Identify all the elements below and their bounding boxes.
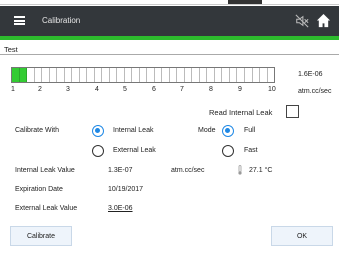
section-divider	[0, 54, 339, 55]
progress-tick-labels: 1 2 3 4 5 6 7 8 9 10	[0, 86, 339, 96]
internal-leak-temperature: 27.1 °C	[249, 167, 273, 174]
progress-segment	[155, 68, 163, 82]
progress-tick-label: 10	[268, 86, 276, 93]
progress-segment	[207, 68, 215, 82]
progress-segment	[268, 68, 275, 82]
calibrate-button[interactable]: Calibrate	[10, 226, 72, 246]
progress-tick-label: 1	[11, 86, 15, 93]
progress-segment	[140, 68, 148, 82]
internal-leak-unit: atm.cc/sec	[171, 167, 205, 174]
internal-leak-value: 1.3E-07	[108, 167, 133, 174]
hamburger-icon[interactable]	[14, 16, 25, 25]
radio-external-leak-label[interactable]: External Leak	[113, 147, 156, 154]
progress-segment	[200, 68, 208, 82]
home-icon[interactable]	[316, 13, 331, 28]
radio-mode-full-label[interactable]: Full	[244, 127, 255, 134]
progress-segment	[12, 68, 20, 82]
read-internal-leak-label: Read Internal Leak	[209, 108, 273, 117]
progress-segment	[185, 68, 193, 82]
radio-mode-fast[interactable]	[222, 145, 234, 157]
calibration-progress-bar	[11, 67, 275, 83]
progress-segment	[215, 68, 223, 82]
internal-leak-value-label: Internal Leak Value	[15, 167, 75, 174]
progress-segment	[245, 68, 253, 82]
progress-segment	[170, 68, 178, 82]
top-strip-divider	[0, 4, 339, 5]
external-leak-value-label: External Leak Value	[15, 205, 78, 212]
progress-segment	[42, 68, 50, 82]
radio-internal-leak[interactable]	[92, 125, 104, 137]
progress-segment	[95, 68, 103, 82]
measured-leak-unit: atm.cc/sec	[298, 88, 332, 95]
progress-segment	[102, 68, 110, 82]
progress-segment	[72, 68, 80, 82]
title-bar: Calibration	[0, 6, 339, 36]
radio-mode-fast-label[interactable]: Fast	[244, 147, 258, 154]
ok-button[interactable]: OK	[271, 226, 333, 246]
progress-segment	[50, 68, 58, 82]
progress-segment	[35, 68, 43, 82]
progress-segment	[110, 68, 118, 82]
mode-label: Mode	[198, 127, 216, 134]
thermometer-icon	[238, 165, 242, 175]
progress-segment	[19, 68, 28, 82]
progress-segment	[222, 68, 230, 82]
external-leak-value-field[interactable]: 3.0E-06	[108, 205, 133, 212]
progress-segment	[65, 68, 73, 82]
progress-segment	[27, 68, 35, 82]
progress-segment	[147, 68, 155, 82]
progress-tick-label: 5	[123, 86, 127, 93]
measured-leak-value: 1.6E-06	[298, 71, 323, 78]
progress-segment	[162, 68, 170, 82]
progress-segment	[132, 68, 140, 82]
expiration-date-label: Expiration Date	[15, 186, 63, 193]
radio-internal-leak-label[interactable]: Internal Leak	[113, 127, 153, 134]
radio-external-leak[interactable]	[92, 145, 104, 157]
read-internal-leak-checkbox[interactable]	[286, 105, 299, 118]
progress-segment	[237, 68, 245, 82]
speaker-muted-icon[interactable]	[295, 14, 309, 28]
progress-tick-label: 9	[238, 86, 242, 93]
status-accent-bar	[0, 36, 339, 40]
progress-segment	[177, 68, 185, 82]
progress-segment	[125, 68, 133, 82]
radio-mode-full[interactable]	[222, 125, 234, 137]
progress-segment	[87, 68, 95, 82]
progress-segment	[260, 68, 268, 82]
progress-tick-label: 6	[152, 86, 156, 93]
progress-segment	[253, 68, 261, 82]
progress-segment	[57, 68, 65, 82]
progress-tick-label: 4	[95, 86, 99, 93]
section-label: Test	[4, 45, 18, 54]
progress-tick-label: 2	[38, 86, 42, 93]
progress-segment	[192, 68, 200, 82]
progress-tick-label: 8	[209, 86, 213, 93]
progress-segment	[230, 68, 238, 82]
progress-tick-label: 7	[180, 86, 184, 93]
expiration-date-value: 10/19/2017	[108, 186, 144, 193]
page-title: Calibration	[42, 16, 81, 25]
progress-segment	[117, 68, 125, 82]
progress-tick-label: 3	[66, 86, 70, 93]
progress-segment	[80, 68, 88, 82]
calibrate-with-label: Calibrate With	[15, 127, 59, 134]
